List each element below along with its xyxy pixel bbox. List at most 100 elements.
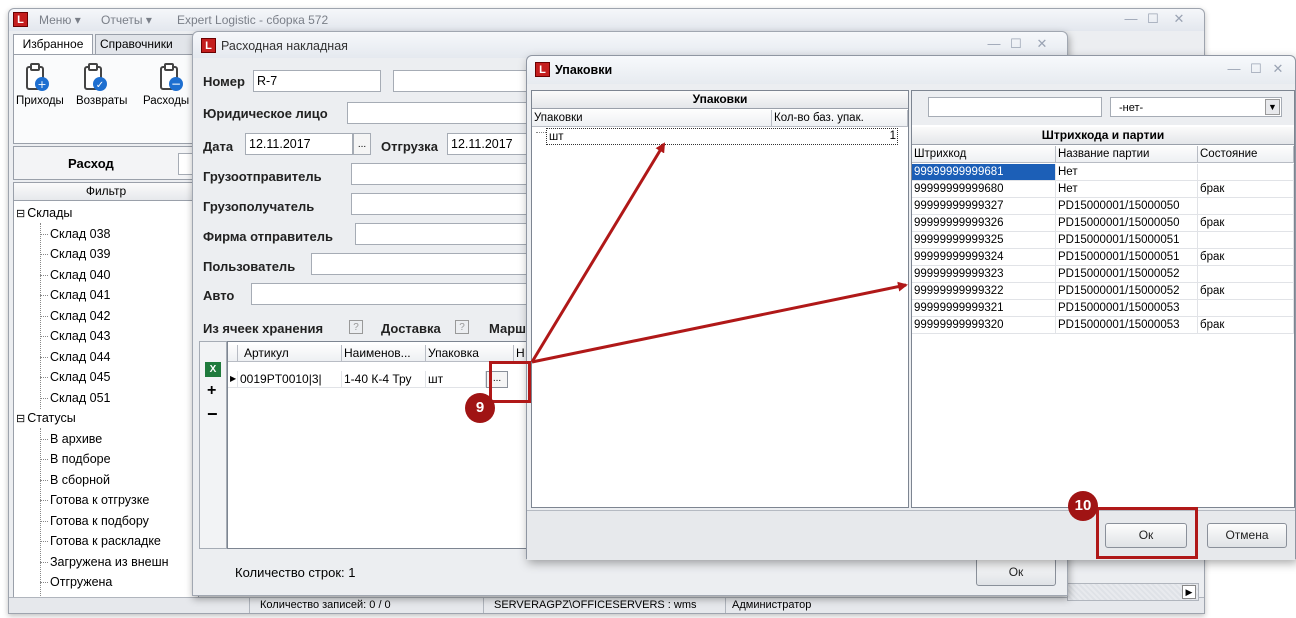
cell-batch-name[interactable]: Нет: [1056, 181, 1198, 198]
toolbar-returns[interactable]: Возвраты: [76, 95, 127, 107]
legal-entity-field[interactable]: [347, 102, 529, 124]
col-package[interactable]: Упаковка: [426, 345, 514, 362]
menu-main[interactable]: Меню ▾: [39, 13, 81, 27]
tree-item-warehouse[interactable]: Склад 040: [40, 265, 111, 285]
collapse-icon[interactable]: ⊟: [16, 208, 25, 220]
help-icon[interactable]: ?: [349, 320, 363, 334]
consignor-field[interactable]: [351, 163, 529, 185]
collapse-icon[interactable]: ⊟: [16, 413, 25, 425]
cell-state[interactable]: [1198, 198, 1294, 215]
returns-icon[interactable]: ✓: [82, 63, 110, 93]
incoming-icon[interactable]: +: [24, 63, 52, 93]
cell-state[interactable]: брак: [1198, 283, 1294, 300]
tree-item-warehouse[interactable]: Склад 045: [40, 367, 111, 387]
tree-item-status[interactable]: В архиве: [40, 429, 102, 449]
label-delivery[interactable]: Доставка: [381, 321, 441, 336]
col-barcode[interactable]: Штрихкод: [912, 146, 1056, 163]
number-extra-field[interactable]: [393, 70, 529, 92]
auto-field[interactable]: [251, 283, 529, 305]
minimize-icon[interactable]: —: [1120, 12, 1142, 28]
cell-batch-name[interactable]: PD15000001/15000050: [1056, 198, 1198, 215]
package-row-qty[interactable]: 1: [842, 128, 898, 145]
user-field[interactable]: [311, 253, 529, 275]
cell-batch-name[interactable]: PD15000001/15000053: [1056, 300, 1198, 317]
cell-package[interactable]: шт: [426, 371, 486, 388]
number-field[interactable]: R-7: [253, 70, 381, 92]
cell-batch-name[interactable]: PD15000001/15000051: [1056, 249, 1198, 266]
tree-item-warehouse[interactable]: Склад 043: [40, 326, 111, 346]
packages-cancel-button[interactable]: Отмена: [1207, 523, 1287, 548]
add-row-icon[interactable]: +: [207, 382, 216, 400]
cell-batch-name[interactable]: PD15000001/15000051: [1056, 232, 1198, 249]
cell-barcode[interactable]: 99999999999324: [912, 249, 1056, 266]
tab-favorites[interactable]: Избранное: [13, 34, 93, 54]
tree-item-warehouse[interactable]: Склад 051: [40, 388, 111, 408]
tree-node-statuses[interactable]: ⊟ Статусы: [16, 408, 76, 428]
tree-item-warehouse[interactable]: Склад 044: [40, 347, 111, 367]
invoice-ok-button[interactable]: Ок: [976, 558, 1056, 586]
cell-batch-name[interactable]: PD15000001/15000053: [1056, 317, 1198, 334]
cell-state[interactable]: [1198, 300, 1294, 317]
cell-batch-name[interactable]: Нет: [1056, 164, 1198, 181]
cell-state[interactable]: [1198, 164, 1294, 181]
cell-state[interactable]: [1198, 266, 1294, 283]
col-packages[interactable]: Упаковки: [532, 110, 772, 127]
tree-item-warehouse[interactable]: Склад 042: [40, 306, 111, 326]
menu-reports[interactable]: Отчеты ▾: [101, 13, 152, 27]
cell-barcode[interactable]: 99999999999320: [912, 317, 1056, 334]
h-scrollbar[interactable]: ▶: [1067, 583, 1199, 601]
barcode-search-input[interactable]: [928, 97, 1102, 117]
cell-batch-name[interactable]: PD15000001/15000052: [1056, 283, 1198, 300]
tree-item-warehouse[interactable]: Склад 038: [40, 224, 111, 244]
tree-item-status[interactable]: Загружена из внешн: [40, 552, 169, 572]
cell-article[interactable]: 0019PT0010|3|: [238, 371, 342, 388]
excel-export-icon[interactable]: X: [205, 362, 221, 377]
cell-batch-name[interactable]: PD15000001/15000052: [1056, 266, 1198, 283]
cell-state[interactable]: брак: [1198, 317, 1294, 334]
tab-references[interactable]: Справочники: [95, 34, 195, 54]
cell-barcode[interactable]: 99999999999680: [912, 181, 1056, 198]
consignee-field[interactable]: [351, 193, 529, 215]
col-name[interactable]: Наименов...: [342, 345, 426, 362]
date-field[interactable]: 12.11.2017: [245, 133, 353, 155]
cell-barcode[interactable]: 99999999999327: [912, 198, 1056, 215]
remove-row-icon[interactable]: −: [207, 404, 218, 425]
label-from-cells[interactable]: Из ячеек хранения: [203, 321, 323, 336]
cell-batch-name[interactable]: PD15000001/15000050: [1056, 215, 1198, 232]
toolbar-incoming[interactable]: Приходы: [16, 95, 64, 107]
cell-state[interactable]: брак: [1198, 215, 1294, 232]
col-state[interactable]: Состояние: [1198, 146, 1294, 163]
col-batch-name[interactable]: Название партии: [1056, 146, 1198, 163]
packages-maximize-icon[interactable]: ☐: [1245, 62, 1267, 78]
tree-item-status[interactable]: Отгружена: [40, 572, 112, 592]
tree-item-status[interactable]: В сборной: [40, 470, 110, 490]
col-article[interactable]: Артикул: [238, 345, 342, 362]
invoice-minimize-icon[interactable]: —: [983, 37, 1005, 53]
packages-close-icon[interactable]: ✕: [1267, 62, 1289, 78]
toolbar-outgoing[interactable]: Расходы: [143, 95, 189, 107]
cell-name[interactable]: 1-40 К-4 Тру: [342, 371, 426, 388]
tree-item-status[interactable]: Готова к раскладке: [40, 531, 161, 551]
cell-state[interactable]: брак: [1198, 249, 1294, 266]
cell-barcode[interactable]: 99999999999325: [912, 232, 1056, 249]
tree-item-status[interactable]: Готова к подбору: [40, 511, 149, 531]
shipment-field[interactable]: 12.11.2017: [447, 133, 529, 155]
chevron-down-icon[interactable]: ▼: [1265, 99, 1280, 115]
scroll-right-icon[interactable]: ▶: [1182, 585, 1196, 599]
cell-barcode[interactable]: 99999999999323: [912, 266, 1056, 283]
cell-barcode[interactable]: 99999999999322: [912, 283, 1056, 300]
sender-firm-field[interactable]: [355, 223, 529, 245]
help-icon[interactable]: ?: [455, 320, 469, 334]
cell-barcode[interactable]: 99999999999321: [912, 300, 1056, 317]
invoice-maximize-icon[interactable]: ☐: [1005, 37, 1027, 53]
filter-select[interactable]: -нет- ▼: [1110, 97, 1282, 117]
cell-state[interactable]: [1198, 232, 1294, 249]
packages-minimize-icon[interactable]: —: [1223, 62, 1245, 78]
tree-item-warehouse[interactable]: Склад 039: [40, 244, 111, 264]
tree-item-warehouse[interactable]: Склад 041: [40, 285, 111, 305]
cell-barcode[interactable]: 99999999999326: [912, 215, 1056, 232]
label-route[interactable]: Марш: [489, 321, 526, 336]
invoice-close-icon[interactable]: ✕: [1031, 37, 1053, 53]
outgoing-icon[interactable]: −: [158, 63, 186, 93]
maximize-icon[interactable]: ☐: [1142, 12, 1164, 28]
